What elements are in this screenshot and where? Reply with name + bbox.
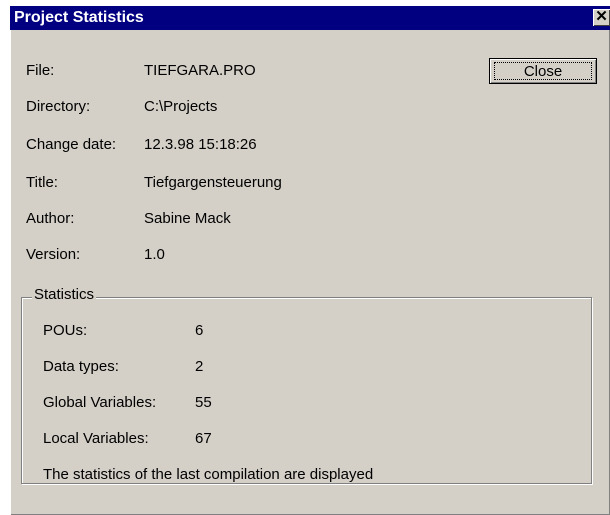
statistics-legend: Statistics <box>32 286 97 303</box>
directory-label: Directory: <box>26 98 91 115</box>
title-label: Title: <box>26 174 58 191</box>
project-statistics-dialog: Project Statistics ✕ File: TIEFGARA.PRO … <box>10 6 610 515</box>
title-bar: Project Statistics ✕ <box>10 6 610 30</box>
local-variables-label: Local Variables: <box>43 430 149 447</box>
compilation-note: The statistics of the last compilation a… <box>43 466 374 483</box>
data-types-value: 2 <box>195 358 204 375</box>
directory-value: C:\Projects <box>144 98 218 115</box>
global-variables-value: 55 <box>195 394 212 411</box>
close-button[interactable]: Close <box>489 58 597 84</box>
version-value: 1.0 <box>144 246 165 263</box>
author-label: Author: <box>26 210 75 227</box>
dialog-title: Project Statistics <box>14 9 144 26</box>
pous-value: 6 <box>195 322 204 339</box>
statistics-group <box>21 297 592 484</box>
pous-label: POUs: <box>43 322 88 339</box>
global-variables-label: Global Variables: <box>43 394 157 411</box>
close-button-label: Close <box>523 63 563 80</box>
change-date-label: Change date: <box>26 136 117 153</box>
data-types-label: Data types: <box>43 358 119 375</box>
version-label: Version: <box>26 246 81 263</box>
focus-rectangle: Close <box>494 62 592 80</box>
author-value: Sabine Mack <box>144 210 231 227</box>
title-value: Tiefgargensteuerung <box>144 174 282 191</box>
file-value: TIEFGARA.PRO <box>144 62 256 79</box>
local-variables-value: 67 <box>195 430 212 447</box>
change-date-value: 12.3.98 15:18:26 <box>144 136 257 153</box>
close-icon[interactable]: ✕ <box>593 9 610 26</box>
file-label: File: <box>26 62 55 79</box>
